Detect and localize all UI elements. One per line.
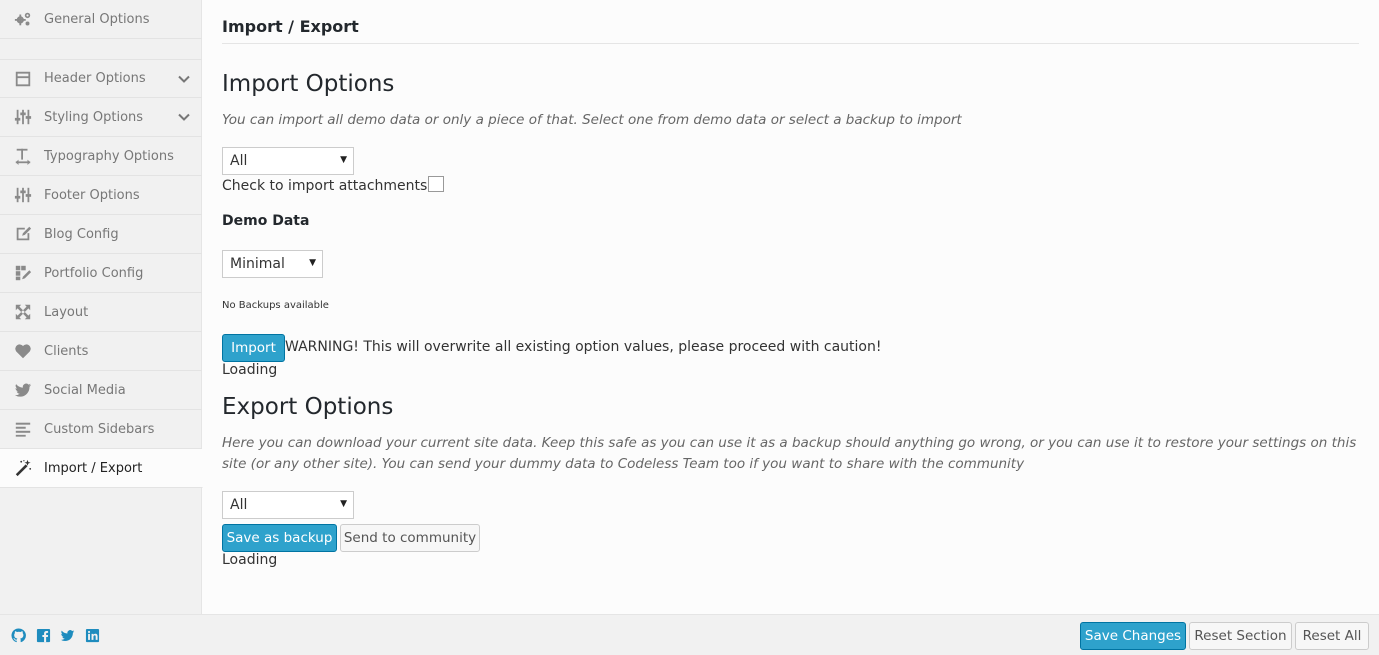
import-button[interactable]: Import <box>222 334 285 362</box>
export-options-heading: Export Options <box>222 394 394 420</box>
sidebar-item-general-options[interactable]: General Options <box>0 0 202 39</box>
sidebar-item-label: Layout <box>44 304 89 320</box>
sidebar-item-label: Clients <box>44 343 89 359</box>
demo-data-select[interactable]: Minimal ▼ <box>222 250 323 278</box>
sidebar-item-label: General Options <box>44 11 150 27</box>
options-footer: Save Changes Reset Section Reset All <box>0 614 1379 655</box>
edit-icon <box>0 225 44 243</box>
title-divider <box>222 43 1359 44</box>
sidebar-item-layout[interactable]: Layout <box>0 293 202 332</box>
reset-section-button[interactable]: Reset Section <box>1189 622 1292 650</box>
options-panel: General Options Header Options Styling O… <box>0 0 1379 655</box>
sidebar-item-label: Header Options <box>44 71 146 86</box>
text-height-icon <box>0 147 44 165</box>
export-scope-select[interactable]: All ▼ <box>222 491 354 519</box>
sidebar-item-label: Import / Export <box>44 460 143 476</box>
sidebar: General Options Header Options Styling O… <box>0 0 203 614</box>
export-loading-text: Loading <box>222 552 278 568</box>
sidebar-item-clients[interactable]: Clients <box>0 332 202 371</box>
sidebar-item-label: Styling Options <box>44 109 144 125</box>
import-options-heading: Import Options <box>222 71 395 97</box>
select-arrow-icon: ▼ <box>340 499 347 509</box>
import-scope-select[interactable]: All ▼ <box>222 147 354 175</box>
sidebar-item-blog-config[interactable]: Blog Config <box>0 215 202 254</box>
select-arrow-icon: ▼ <box>340 155 347 165</box>
sidebar-item-header-options[interactable]: Header Options <box>0 59 202 98</box>
import-loading-text: Loading <box>222 362 278 378</box>
select-arrow-icon: ▼ <box>309 258 316 268</box>
import-warning: WARNING! This will overwrite all existin… <box>285 339 882 355</box>
attachments-label: Check to import attachments <box>222 178 428 194</box>
heart-icon <box>0 342 44 360</box>
sidebar-item-label: Portfolio Config <box>44 265 144 281</box>
sliders-icon <box>0 108 44 126</box>
sidebar-item-typography-options[interactable]: Typography Options <box>0 137 202 176</box>
arrows-expand-icon <box>0 303 44 321</box>
attachments-row: Check to import attachments <box>222 176 445 194</box>
demo-data-value: Minimal <box>230 256 285 272</box>
sidebar-item-label: Typography Options <box>44 148 174 164</box>
gears-icon <box>0 10 44 28</box>
grid-pencil-icon <box>0 264 44 282</box>
no-backups-text: No Backups available <box>222 300 329 311</box>
chevron-down-icon[interactable] <box>166 111 202 123</box>
sidebar-item-label: Blog Config <box>44 226 119 242</box>
magic-wand-icon <box>0 459 44 477</box>
facebook-icon[interactable] <box>35 627 51 643</box>
sidebar-item-styling-options[interactable]: Styling Options <box>0 98 202 137</box>
save-as-backup-button[interactable]: Save as backup <box>222 524 337 552</box>
github-icon[interactable] <box>10 627 26 643</box>
sidebar-item-portfolio-config[interactable]: Portfolio Config <box>0 254 202 293</box>
sidebar-item-social-media[interactable]: Social Media <box>0 371 202 410</box>
reset-all-button[interactable]: Reset All <box>1295 622 1369 650</box>
sliders-icon <box>0 186 44 204</box>
import-description: You can import all demo data or only a p… <box>222 112 962 128</box>
sidebar-item-import-export[interactable]: Import / Export <box>0 449 203 488</box>
sidebar-item-label: Social Media <box>44 382 126 398</box>
chevron-down-icon[interactable] <box>166 73 202 85</box>
export-description: Here you can download your current site … <box>222 435 1357 472</box>
linkedin-icon[interactable] <box>84 627 100 643</box>
list-icon <box>0 420 44 438</box>
save-changes-button[interactable]: Save Changes <box>1080 622 1186 650</box>
sidebar-item-label: Custom Sidebars <box>44 421 155 437</box>
sidebar-item-footer-options[interactable]: Footer Options <box>0 176 202 215</box>
demo-data-label: Demo Data <box>222 213 310 229</box>
export-scope-value: All <box>230 497 248 513</box>
sidebar-item-custom-sidebars[interactable]: Custom Sidebars <box>0 410 202 449</box>
twitter-icon <box>0 381 44 399</box>
header-layout-icon <box>0 70 44 88</box>
sidebar-item-label: Footer Options <box>44 187 140 203</box>
send-to-community-button[interactable]: Send to community <box>340 524 480 552</box>
page-title: Import / Export <box>222 17 359 36</box>
import-scope-value: All <box>230 153 248 169</box>
attachments-checkbox[interactable] <box>428 176 445 192</box>
twitter-icon[interactable] <box>59 627 75 643</box>
